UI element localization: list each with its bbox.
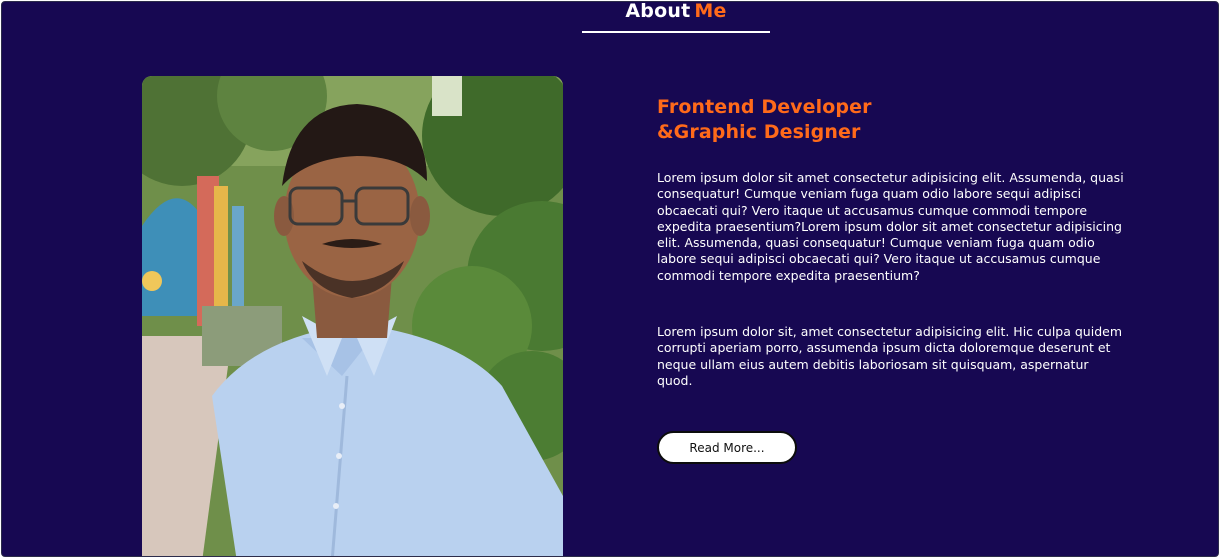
role-title: Frontend Developer &Graphic Designer xyxy=(657,96,872,143)
about-heading: About Me xyxy=(582,1,770,24)
about-paragraph-1: Lorem ipsum dolor sit amet consectetur a… xyxy=(657,170,1124,283)
about-paragraph-2: Lorem ipsum dolor sit, amet consectetur … xyxy=(657,324,1122,388)
heading-underline xyxy=(582,31,770,33)
profile-photo-illustration xyxy=(142,76,563,556)
about-heading-text: About xyxy=(625,1,691,22)
read-more-button[interactable]: Read More... xyxy=(657,431,797,464)
about-section: About Me Frontend Developer &Graphic Des… xyxy=(1,1,1219,557)
about-heading-accent: Me xyxy=(694,1,727,22)
profile-photo xyxy=(142,76,563,556)
